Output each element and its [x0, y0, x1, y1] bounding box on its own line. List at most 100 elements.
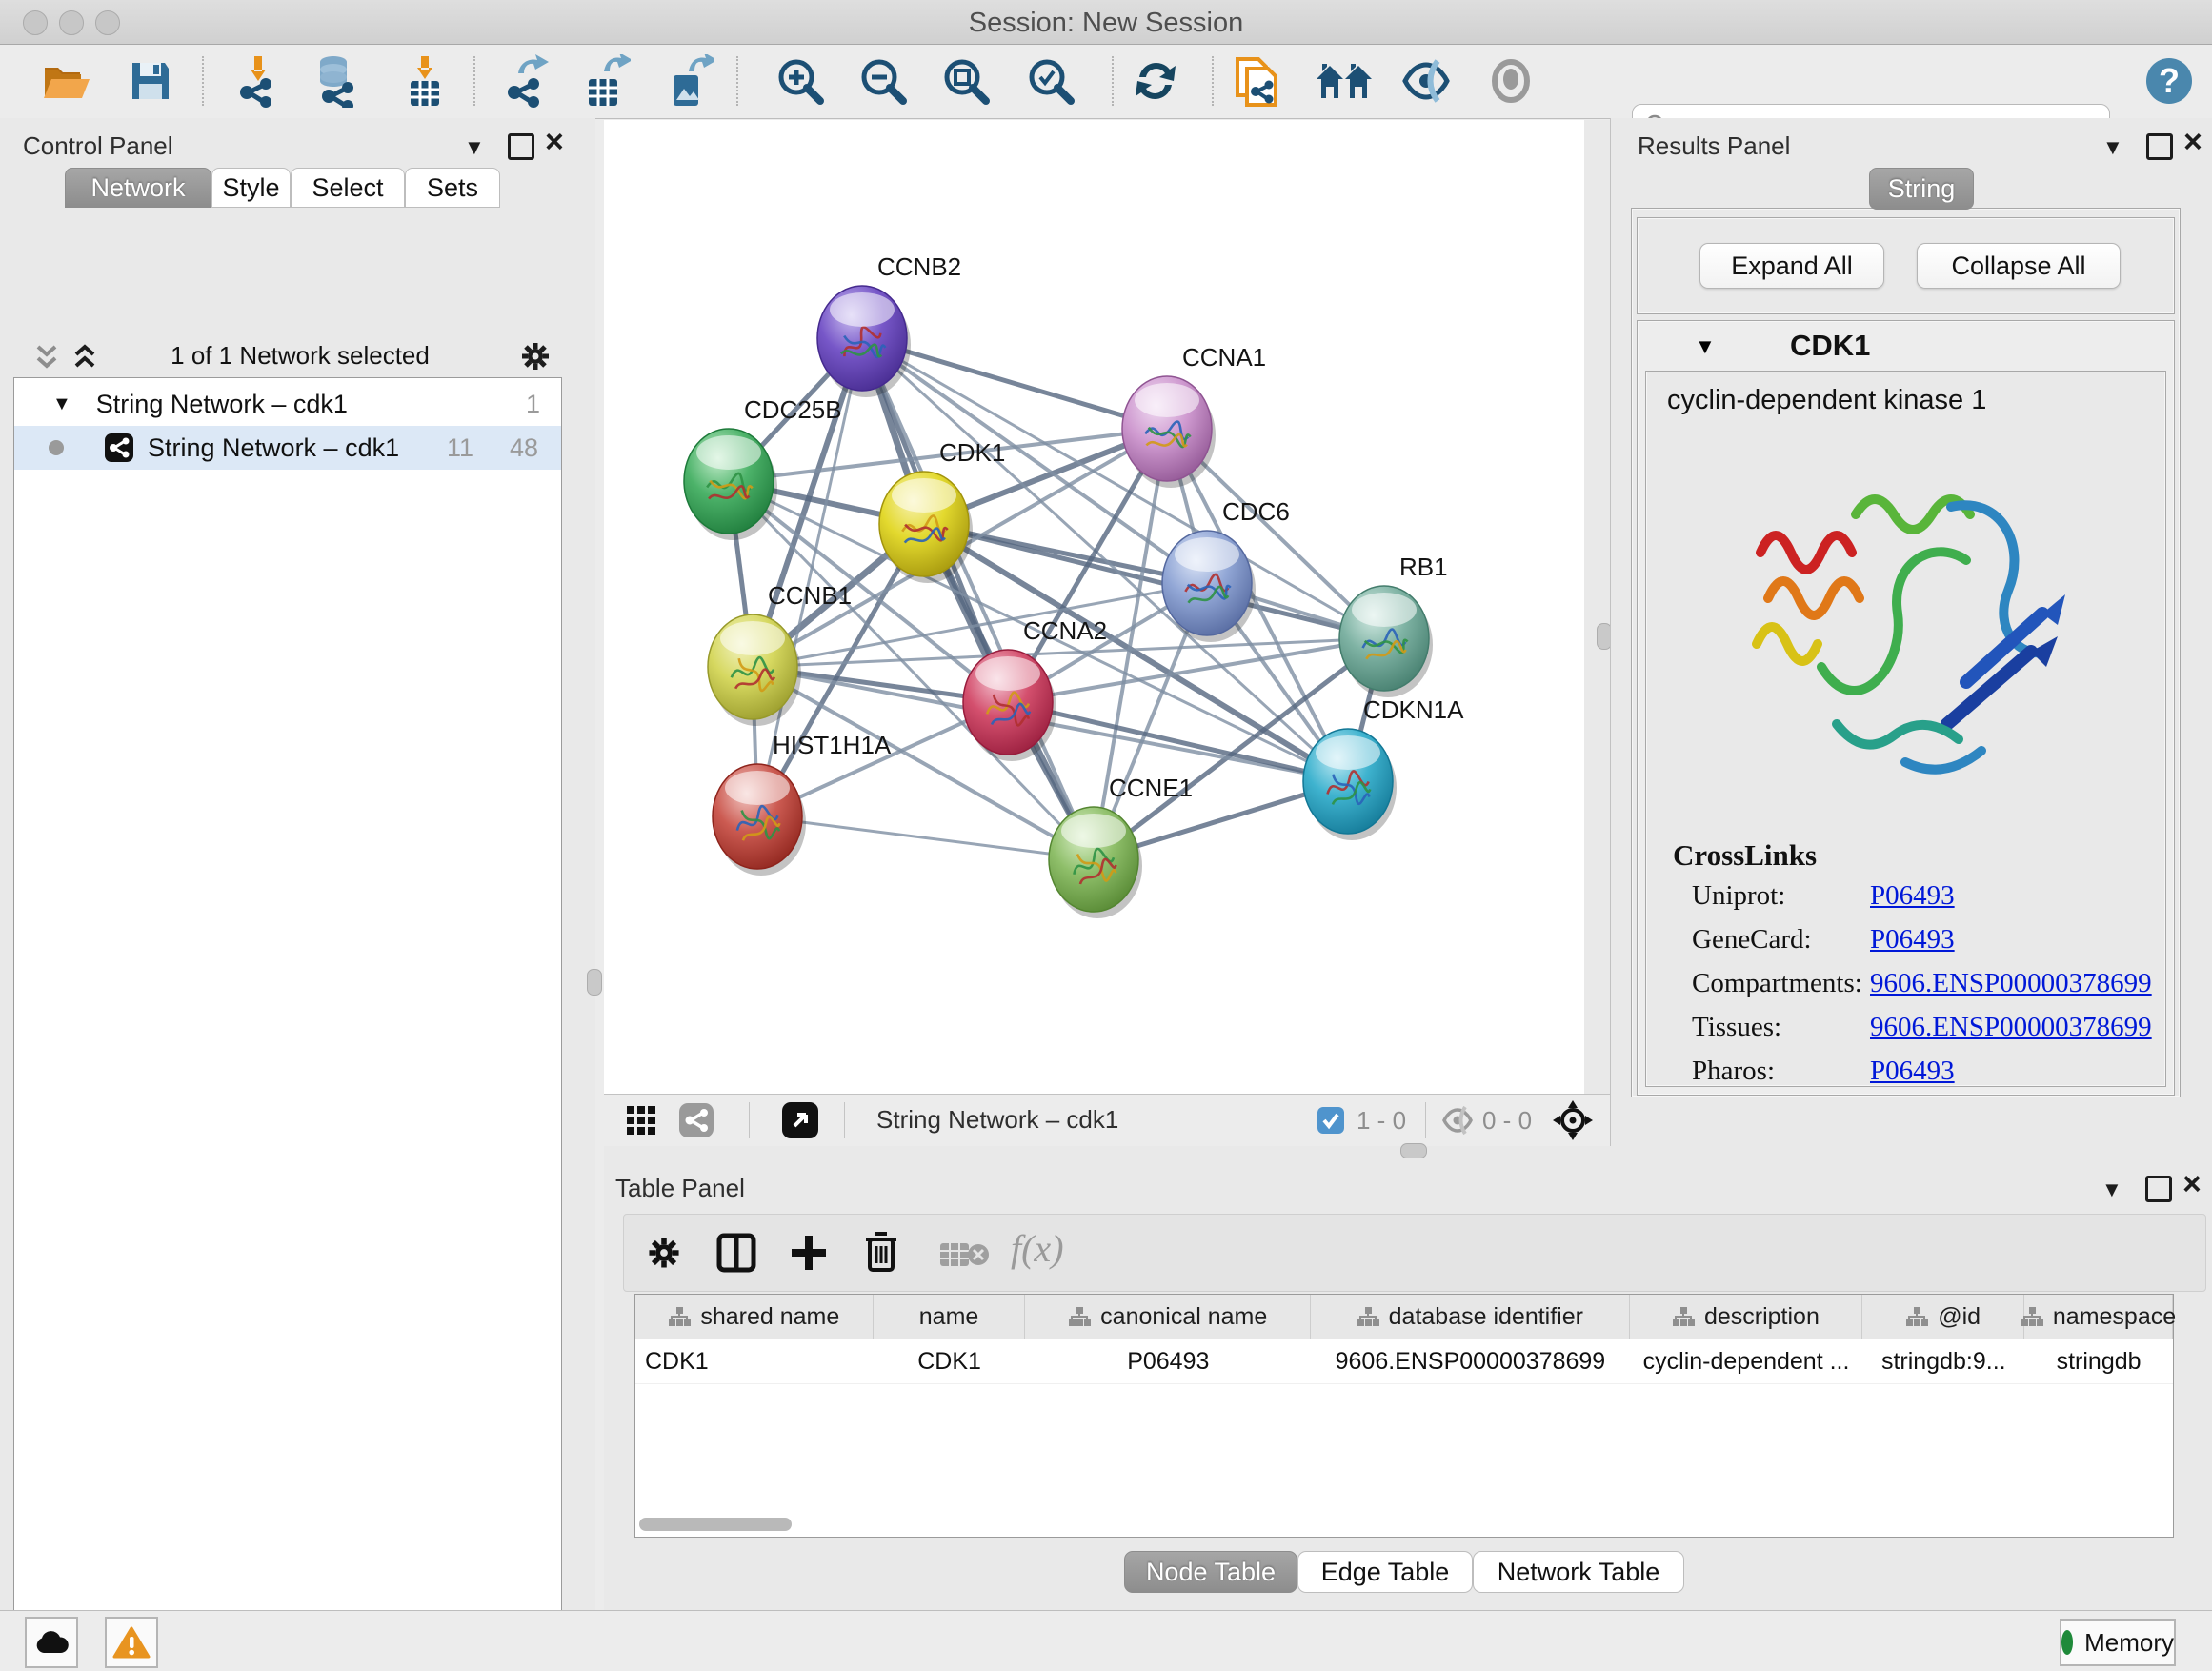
- collapse-all-button[interactable]: Collapse All: [1917, 243, 2121, 289]
- export-network-button[interactable]: [493, 52, 556, 110]
- expand-all-icon[interactable]: [70, 343, 99, 372]
- splitter-grip[interactable]: [1400, 1143, 1427, 1158]
- tab-style[interactable]: Style: [211, 168, 291, 208]
- refresh-view-button[interactable]: [1124, 52, 1187, 110]
- network-collection-row[interactable]: ▼ String Network – cdk1 1: [14, 382, 561, 426]
- zoom-selected-button[interactable]: [1019, 52, 1082, 110]
- zoom-in-button[interactable]: [769, 52, 832, 110]
- float-panel-icon[interactable]: [2145, 1176, 2172, 1202]
- toolbar-separator: [1425, 1102, 1426, 1138]
- cloud-button[interactable]: [25, 1617, 78, 1668]
- tab-sets[interactable]: Sets: [405, 168, 500, 208]
- column-header-name[interactable]: name: [874, 1295, 1026, 1339]
- column-header-description[interactable]: description: [1630, 1295, 1863, 1339]
- hide-selected-button[interactable]: [1395, 52, 1458, 110]
- network-view-canvas[interactable]: CCNB2CCNA1CDC25BCDK1CDC6RB1CCNB1CCNA2CDK…: [604, 120, 1584, 1094]
- collection-expander-icon[interactable]: ▼: [52, 393, 71, 415]
- float-panel-icon[interactable]: [2146, 133, 2173, 160]
- open-session-button[interactable]: [35, 52, 98, 110]
- crosslink-link[interactable]: P06493: [1870, 880, 1955, 912]
- node-CDC6[interactable]: CDC6: [1162, 497, 1290, 642]
- network-row[interactable]: String Network – cdk1 11 48: [14, 426, 561, 470]
- splitter-grip[interactable]: [587, 969, 602, 996]
- table-cell[interactable]: stringdb:9...: [1862, 1339, 2024, 1383]
- network-view-toolbar: String Network – cdk1 1 - 0 0 - 0: [604, 1094, 1610, 1147]
- crosslink-link[interactable]: P06493: [1870, 1056, 1955, 1087]
- panel-menu-icon[interactable]: ▼: [2102, 135, 2123, 160]
- fit-content-icon[interactable]: [1553, 1100, 1593, 1140]
- grid-view-icon[interactable]: [625, 1104, 657, 1137]
- string-network-graph[interactable]: CCNB2CCNA1CDC25BCDK1CDC6RB1CCNB1CCNA2CDK…: [604, 120, 1584, 1094]
- tab-string[interactable]: String: [1869, 168, 1974, 210]
- tab-node-table[interactable]: Node Table: [1124, 1551, 1297, 1593]
- close-panel-icon[interactable]: ×: [2182, 1174, 2202, 1195]
- memory-button[interactable]: Memory: [2060, 1619, 2176, 1666]
- save-session-button[interactable]: [119, 52, 182, 110]
- close-panel-icon[interactable]: ×: [545, 131, 564, 152]
- selected-checkbox-icon[interactable]: [1317, 1106, 1345, 1135]
- tab-network-table[interactable]: Network Table: [1473, 1551, 1684, 1593]
- node-CCNE1[interactable]: CCNE1: [1049, 774, 1193, 918]
- table-cell[interactable]: stringdb: [2024, 1339, 2173, 1383]
- table-row[interactable]: CDK1CDK1P064939606.ENSP00000378699cyclin…: [635, 1339, 2173, 1384]
- horizontal-scrollbar[interactable]: [635, 1518, 2173, 1533]
- zoom-fit-button[interactable]: [935, 52, 997, 110]
- add-column-icon[interactable]: [788, 1232, 830, 1274]
- crosslink-link[interactable]: P06493: [1870, 924, 1955, 956]
- section-expander-icon[interactable]: ▼: [1695, 334, 1716, 359]
- import-table-file-button[interactable]: [393, 52, 456, 110]
- node-table[interactable]: shared namenamecanonical namedatabase id…: [634, 1294, 2174, 1538]
- node-CCNB2[interactable]: CCNB2: [817, 252, 961, 397]
- node-RB1[interactable]: RB1: [1339, 553, 1448, 697]
- panel-menu-icon[interactable]: ▼: [464, 135, 485, 160]
- node-CDKN1A[interactable]: CDKN1A: [1303, 695, 1464, 840]
- tab-select[interactable]: Select: [291, 168, 405, 208]
- crosslink-link[interactable]: 9606.ENSP00000378699: [1870, 968, 2152, 999]
- export-table-button[interactable]: [575, 52, 638, 110]
- hidden-eye-icon[interactable]: [1440, 1106, 1475, 1135]
- edge-CCNB2-CCNE1[interactable]: [862, 338, 1094, 859]
- show-columns-icon[interactable]: [715, 1232, 757, 1274]
- scrollbar-thumb[interactable]: [639, 1518, 792, 1531]
- node-label-CCNE1: CCNE1: [1109, 774, 1193, 802]
- edge-CCNA2-CDKN1A[interactable]: [1008, 702, 1348, 781]
- collapse-all-icon[interactable]: [32, 343, 61, 372]
- duplicate-network-button[interactable]: [1226, 52, 1289, 110]
- float-panel-icon[interactable]: [508, 133, 534, 160]
- warning-button[interactable]: [105, 1617, 158, 1668]
- table-cell[interactable]: cyclin-dependent ...: [1630, 1339, 1863, 1383]
- import-network-file-button[interactable]: [226, 52, 289, 110]
- column-header-namespace[interactable]: namespace: [2024, 1295, 2173, 1339]
- node-HIST1H1A[interactable]: HIST1H1A: [713, 731, 892, 876]
- table-cell[interactable]: CDK1: [874, 1339, 1026, 1383]
- column-header-canonical-name[interactable]: canonical name: [1025, 1295, 1311, 1339]
- gene-section: ▼ CDK1 cyclin-dependent kinase 1: [1637, 320, 2175, 1096]
- gear-icon[interactable]: [645, 1234, 683, 1272]
- expand-all-button[interactable]: Expand All: [1699, 243, 1884, 289]
- network-badge-icon[interactable]: [678, 1102, 714, 1138]
- column-header--id[interactable]: @id: [1862, 1295, 2024, 1339]
- gear-icon[interactable]: [518, 339, 553, 373]
- show-all-button[interactable]: [1479, 52, 1542, 110]
- column-header-database-identifier[interactable]: database identifier: [1311, 1295, 1630, 1339]
- table-cell[interactable]: CDK1: [635, 1339, 874, 1383]
- crosslink-link[interactable]: 9606.ENSP00000378699: [1870, 1012, 2152, 1043]
- delete-column-icon[interactable]: [860, 1230, 902, 1274]
- column-header-shared-name[interactable]: shared name: [635, 1295, 874, 1339]
- node-CCNA1[interactable]: CCNA1: [1122, 343, 1266, 488]
- panel-menu-icon[interactable]: ▼: [2101, 1178, 2122, 1202]
- table-panel: Table Panel ▼ × f(x) sha: [604, 1166, 2212, 1610]
- tab-network[interactable]: Network: [65, 168, 211, 208]
- zoom-out-button[interactable]: [852, 52, 915, 110]
- export-image-button[interactable]: [658, 52, 721, 110]
- help-button[interactable]: ?: [2138, 52, 2201, 110]
- tab-edge-table[interactable]: Edge Table: [1297, 1551, 1473, 1593]
- horizontal-splitter[interactable]: [604, 1146, 2212, 1166]
- table-cell[interactable]: P06493: [1026, 1339, 1312, 1383]
- first-neighbors-button[interactable]: [1313, 52, 1376, 110]
- birdseye-view-icon[interactable]: [781, 1101, 819, 1139]
- edge-HIST1H1A-CCNE1[interactable]: [757, 816, 1094, 859]
- table-cell[interactable]: 9606.ENSP00000378699: [1311, 1339, 1630, 1383]
- close-panel-icon[interactable]: ×: [2183, 131, 2202, 152]
- import-network-database-button[interactable]: [304, 52, 367, 110]
